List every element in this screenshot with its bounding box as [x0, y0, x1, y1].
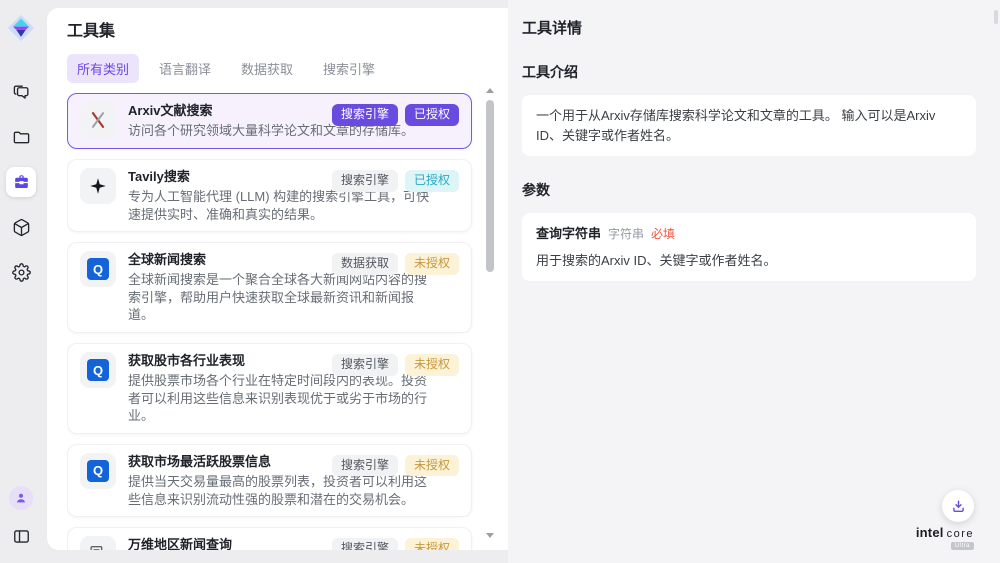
app-window: 工具集 所有类别语言翻译数据获取搜索引擎 Arxiv文献搜索 访问各个研究领域大… [0, 0, 1000, 563]
download-button[interactable] [942, 490, 974, 522]
app-logo [6, 13, 36, 43]
tool-badges: 数据获取 未授权 [332, 253, 459, 275]
list-scrollbar[interactable] [485, 88, 495, 538]
sparkle-icon [80, 168, 116, 204]
sidebar-item-settings[interactable] [6, 257, 36, 287]
intro-heading: 工具介绍 [522, 62, 976, 82]
auth-status-badge: 未授权 [405, 253, 459, 275]
chat-icon [12, 83, 31, 102]
auth-status-badge: 未授权 [405, 538, 459, 550]
core-brand-text: core [947, 529, 974, 540]
qblue-icon: Q [80, 251, 116, 287]
panel-toggle-button[interactable] [6, 521, 36, 551]
category-badge: 数据获取 [332, 253, 398, 275]
sidebar-item-cube[interactable] [6, 212, 36, 242]
tool-badges: 搜索引擎 未授权 [332, 538, 459, 550]
sidebar-item-folder[interactable] [6, 122, 36, 152]
cube-icon [12, 218, 31, 237]
details-scrollbar-thumb[interactable] [994, 10, 998, 24]
tab-3[interactable]: 搜索引擎 [313, 54, 385, 83]
tools-panel: 工具集 所有类别语言翻译数据获取搜索引擎 Arxiv文献搜索 访问各个研究领域大… [47, 8, 508, 550]
details-panel: 工具详情 工具介绍 一个用于从Arxiv存储库搜索科学论文和文章的工具。 输入可… [508, 0, 1000, 563]
tool-card[interactable]: Tavily搜索 专为人工智能代理 (LLM) 构建的搜索引擎工具，可快速提供实… [67, 159, 472, 232]
settings-icon [12, 263, 31, 282]
category-badge: 搜索引擎 [332, 170, 398, 192]
tool-description: 提供股票市场各个行业在特定时间段内的表现。投资者可以利用这些信息来识别表现优于或… [128, 372, 430, 425]
param-name: 查询字符串 [536, 224, 601, 244]
auth-status-badge: 已授权 [405, 170, 459, 192]
intel-core-logo: intel core Ultra [916, 526, 974, 550]
scrollbar-down-arrow-icon[interactable] [486, 533, 494, 538]
sidebar-nav [6, 77, 36, 287]
person-icon [14, 491, 28, 505]
ultra-badge: Ultra [951, 542, 974, 550]
qblue-icon: Q [80, 352, 116, 388]
tool-card[interactable]: Arxiv文献搜索 访问各个研究领域大量科学论文和文章的存储库。 搜索引擎 已授… [67, 93, 472, 149]
sidebar-item-chat[interactable] [6, 77, 36, 107]
params-heading: 参数 [522, 180, 976, 200]
tool-card[interactable]: Q 获取市场最活跃股票信息 提供当天交易量最高的股票列表，投资者可以利用这些信息… [67, 444, 472, 517]
tool-list: Arxiv文献搜索 访问各个研究领域大量科学论文和文章的存储库。 搜索引擎 已授… [67, 93, 508, 550]
param-description: 用于搜索的Arxiv ID、关键字或作者姓名。 [536, 251, 962, 271]
tab-2[interactable]: 数据获取 [231, 54, 303, 83]
category-badge: 搜索引擎 [332, 538, 398, 550]
qblue-icon: Q [80, 453, 116, 489]
scrollbar-up-arrow-icon[interactable] [486, 88, 494, 93]
param-card: 查询字符串 字符串 必填 用于搜索的Arxiv ID、关键字或作者姓名。 [522, 213, 976, 281]
sidebar [0, 0, 42, 563]
tool-card[interactable]: Q 全球新闻搜索 全球新闻搜索是一个聚合全球各大新闻网站内容的搜索引擎，帮助用户… [67, 242, 472, 333]
auth-status-badge: 未授权 [405, 354, 459, 376]
tool-badges: 搜索引擎 已授权 [332, 104, 459, 126]
intro-text: 一个用于从Arxiv存储库搜索科学论文和文章的工具。 输入可以是Arxiv ID… [536, 108, 935, 143]
tab-1[interactable]: 语言翻译 [149, 54, 221, 83]
tool-badges: 搜索引擎 已授权 [332, 170, 459, 192]
folder-icon [12, 128, 31, 147]
tool-description: 全球新闻搜索是一个聚合全球各大新闻网站内容的搜索引擎，帮助用户快速获取全球最新资… [128, 271, 430, 324]
details-title: 工具详情 [522, 17, 976, 38]
param-type: 字符串 [608, 225, 644, 243]
arxiv-icon [80, 102, 116, 138]
sidebar-item-toolbox[interactable] [6, 167, 36, 197]
category-badge: 搜索引擎 [332, 354, 398, 376]
auth-status-badge: 未授权 [405, 455, 459, 477]
news-icon [80, 536, 116, 550]
auth-status-badge: 已授权 [405, 104, 459, 126]
toolbox-icon [12, 173, 31, 192]
tool-badges: 搜索引擎 未授权 [332, 354, 459, 376]
layout-panel-icon [12, 527, 31, 546]
category-badge: 搜索引擎 [332, 104, 398, 126]
category-badge: 搜索引擎 [332, 455, 398, 477]
tool-card[interactable]: Q 获取股市各行业表现 提供股票市场各个行业在特定时间段内的表现。投资者可以利用… [67, 343, 472, 434]
page-title: 工具集 [67, 22, 508, 41]
scrollbar-thumb[interactable] [486, 100, 494, 272]
tool-description: 提供当天交易量最高的股票列表，投资者可以利用这些信息来识别流动性强的股票和潜在的… [128, 473, 430, 508]
tool-description: 专为人工智能代理 (LLM) 构建的搜索引擎工具，可快速提供实时、准确和真实的结… [128, 188, 430, 223]
tool-card[interactable]: 万维地区新闻查询 查询具体行政区划内的新闻，快速了解各地新闻动 搜索引擎 未授权 [67, 527, 472, 550]
intel-brand-text: intel [916, 526, 944, 539]
download-icon [950, 498, 967, 515]
intro-card: 一个用于从Arxiv存储库搜索科学论文和文章的工具。 输入可以是Arxiv ID… [522, 95, 976, 156]
user-avatar[interactable] [9, 486, 33, 510]
tab-0[interactable]: 所有类别 [67, 54, 139, 83]
tool-badges: 搜索引擎 未授权 [332, 455, 459, 477]
category-tabs: 所有类别语言翻译数据获取搜索引擎 [67, 54, 508, 83]
param-required-badge: 必填 [651, 225, 675, 243]
